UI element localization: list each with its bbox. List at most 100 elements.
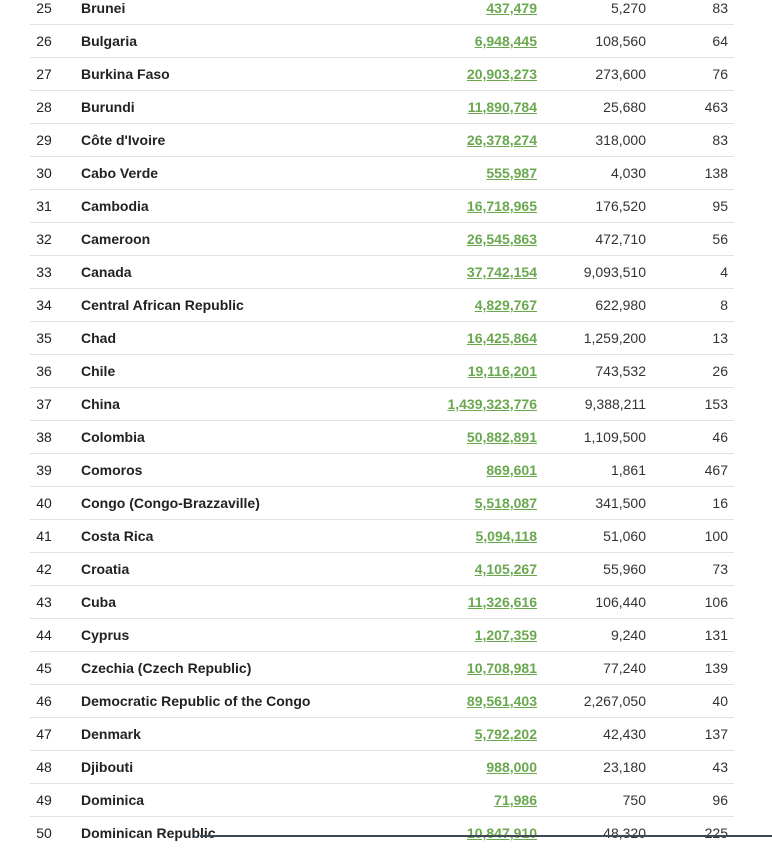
density-cell: 76 [712, 66, 728, 82]
density-cell: 64 [712, 33, 728, 49]
land-area-cell: 55,960 [603, 561, 646, 577]
country-name-cell: China [81, 396, 120, 412]
population-link[interactable]: 5,518,087 [475, 487, 537, 519]
population-link[interactable]: 89,561,403 [467, 685, 537, 717]
table-row: 47 Denmark 5,792,202 42,430 137 [30, 718, 734, 751]
country-population-table: 25 Brunei 437,479 5,270 83 26 Bulgaria 6,948,44… [30, 0, 734, 849]
population-link[interactable]: 26,378,274 [467, 124, 537, 156]
population-link[interactable]: 5,792,202 [475, 718, 537, 750]
population-link[interactable]: 16,718,965 [467, 190, 537, 222]
country-name-cell: Chile [81, 363, 116, 379]
population-link[interactable]: 555,987 [486, 157, 537, 189]
land-area-cell: 51,060 [603, 528, 646, 544]
density-cell: 56 [712, 231, 728, 247]
population-link[interactable]: 5,094,118 [475, 520, 537, 552]
land-area-cell: 48,320 [603, 825, 646, 841]
land-area-cell: 176,520 [595, 198, 646, 214]
population-link[interactable]: 988,000 [486, 751, 537, 783]
land-area-cell: 42,430 [603, 726, 646, 742]
density-cell: 13 [712, 330, 728, 346]
country-name-cell: Colombia [81, 429, 145, 445]
land-area-cell: 9,240 [610, 627, 646, 643]
population-link[interactable]: 869,601 [486, 454, 537, 486]
density-cell: 40 [712, 693, 728, 709]
population-link[interactable]: 26,545,863 [467, 223, 537, 255]
table-row: 45 Czechia (Czech Republic) 10,708,981 77,2… [30, 652, 734, 685]
population-link[interactable]: 71,986 [494, 784, 537, 816]
density-cell: 225 [704, 825, 728, 841]
density-cell: 106 [704, 594, 728, 610]
country-name-cell: Congo (Congo-Brazzaville) [81, 495, 260, 511]
population-link[interactable]: 37,742,154 [467, 256, 537, 288]
population-link[interactable]: 437,479 [486, 0, 537, 24]
population-link[interactable]: 16,425,864 [467, 322, 537, 354]
density-cell: 463 [704, 99, 728, 115]
land-area-cell: 77,240 [603, 660, 646, 676]
population-link[interactable]: 4,829,767 [475, 289, 537, 321]
table-row: 49 Dominica 71,986 750 96 [30, 784, 734, 817]
population-link[interactable]: 6,948,445 [475, 25, 537, 57]
population-link[interactable]: 20,903,273 [467, 58, 537, 90]
country-name-cell: Denmark [81, 726, 141, 742]
table-row: 42 Croatia 4,105,267 55,960 73 [30, 553, 734, 586]
table-row: 36 Chile 19,116,201 743,532 26 [30, 355, 734, 388]
rank-cell: 27 [36, 66, 52, 82]
country-name-cell: Czechia (Czech Republic) [81, 660, 252, 676]
density-cell: 26 [712, 363, 728, 379]
country-name-cell: Cabo Verde [81, 165, 159, 181]
population-link[interactable]: 11,890,784 [468, 91, 537, 123]
land-area-cell: 4,030 [610, 165, 646, 181]
country-name-cell: Cambodia [81, 198, 149, 214]
country-name-cell: Chad [81, 330, 116, 346]
rank-cell: 43 [36, 594, 52, 610]
rank-cell: 35 [36, 330, 52, 346]
rank-cell: 30 [36, 165, 52, 181]
density-cell: 137 [704, 726, 728, 742]
rank-cell: 45 [36, 660, 52, 676]
population-link[interactable]: 10,847,910 [467, 817, 537, 849]
population-link[interactable]: 4,105,267 [475, 553, 537, 585]
density-cell: 83 [712, 0, 728, 16]
table-row: 32 Cameroon 26,545,863 472,710 56 [30, 223, 734, 256]
land-area-cell: 108,560 [595, 33, 646, 49]
table-row: 29 Côte d'Ivoire 26,378,274 318,000 83 [30, 124, 734, 157]
population-link[interactable]: 11,326,616 [468, 586, 537, 618]
land-area-cell: 472,710 [595, 231, 646, 247]
country-name-cell: Cuba [81, 594, 116, 610]
country-name-cell: Croatia [81, 561, 130, 577]
density-cell: 138 [704, 165, 728, 181]
table-row: 35 Chad 16,425,864 1,259,200 13 [30, 322, 734, 355]
density-cell: 8 [720, 297, 728, 313]
land-area-cell: 1,259,200 [583, 330, 646, 346]
density-cell: 131 [704, 627, 728, 643]
rank-cell: 33 [36, 264, 52, 280]
rank-cell: 41 [36, 528, 52, 544]
population-link[interactable]: 10,708,981 [467, 652, 537, 684]
rank-cell: 44 [36, 627, 52, 643]
table-row: 41 Costa Rica 5,094,118 51,060 100 [30, 520, 734, 553]
population-link[interactable]: 1,439,323,776 [447, 388, 537, 420]
land-area-cell: 25,680 [603, 99, 646, 115]
density-cell: 73 [712, 561, 728, 577]
population-link[interactable]: 50,882,891 [467, 421, 537, 453]
density-cell: 4 [720, 264, 728, 280]
density-cell: 43 [712, 759, 728, 775]
country-name-cell: Comoros [81, 462, 143, 478]
density-cell: 16 [712, 495, 728, 511]
table-row: 50 Dominican Republic 10,847,910 48,320 225 [30, 817, 734, 849]
country-name-cell: Canada [81, 264, 132, 280]
country-name-cell: Burundi [81, 99, 135, 115]
land-area-cell: 106,440 [595, 594, 646, 610]
country-name-cell: Cameroon [81, 231, 151, 247]
table-row: 40 Congo (Congo-Brazzaville) 5,518,087 341,… [30, 487, 734, 520]
rank-cell: 50 [36, 825, 52, 841]
country-name-cell: Côte d'Ivoire [81, 132, 166, 148]
land-area-cell: 318,000 [595, 132, 646, 148]
population-link[interactable]: 19,116,201 [468, 355, 537, 387]
population-link[interactable]: 1,207,359 [475, 619, 537, 651]
rank-cell: 34 [36, 297, 52, 313]
table-row: 30 Cabo Verde 555,987 4,030 138 [30, 157, 734, 190]
land-area-cell: 750 [622, 792, 646, 808]
country-name-cell: Dominica [81, 792, 145, 808]
density-cell: 95 [712, 198, 728, 214]
